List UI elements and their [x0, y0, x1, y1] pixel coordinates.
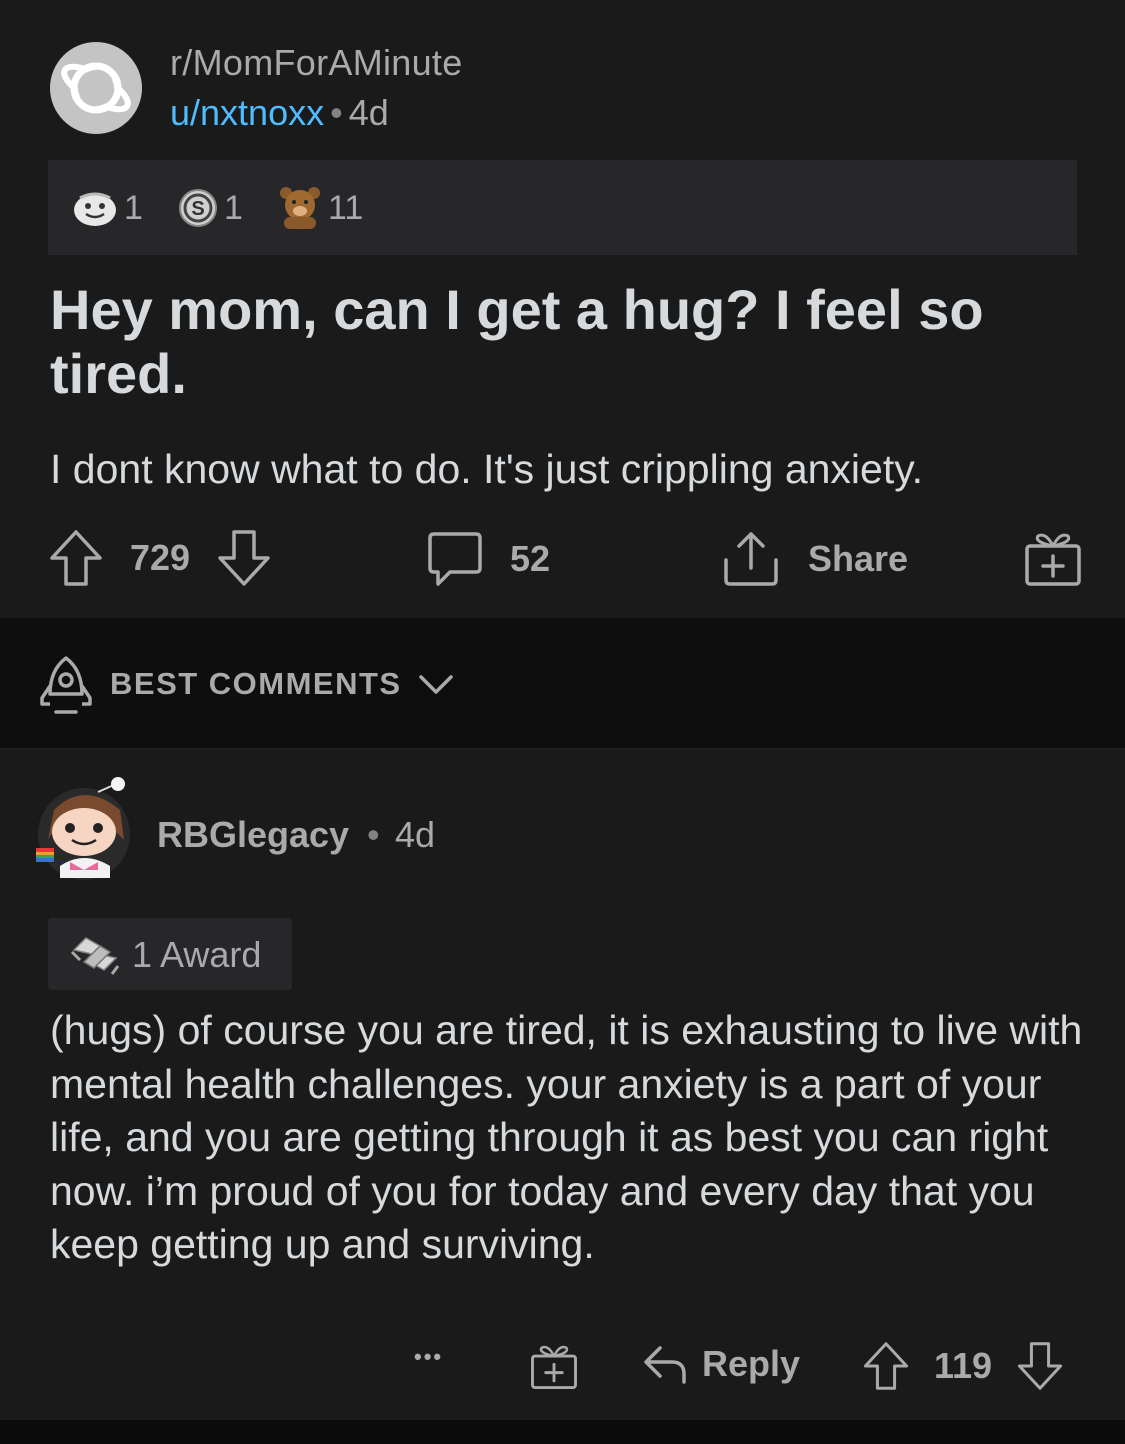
- comment-vote-group: 119: [862, 1340, 1064, 1392]
- comment-age: 4d: [395, 814, 436, 855]
- comment-vote-count: 119: [934, 1345, 993, 1386]
- avatar[interactable]: [36, 770, 132, 880]
- share-button[interactable]: Share: [722, 530, 908, 588]
- award-count: 11: [328, 188, 364, 227]
- give-award-button[interactable]: [1024, 528, 1082, 588]
- bear-hug-award-icon: [280, 187, 320, 229]
- handshake-award-icon: [70, 937, 120, 975]
- more-options-button[interactable]: •••: [414, 1344, 443, 1370]
- more-icon: •••: [414, 1344, 444, 1369]
- comment-body: (hugs) of course you are tired, it is ex…: [50, 1007, 1083, 1267]
- subreddit-avatar[interactable]: [50, 42, 142, 134]
- upvote-icon[interactable]: [48, 528, 104, 588]
- reply-button[interactable]: Reply: [642, 1342, 800, 1386]
- chevron-down-icon[interactable]: [418, 674, 454, 696]
- meta-separator: •: [330, 92, 343, 133]
- planet-icon: [61, 62, 131, 114]
- post-meta: u/nxtnoxx • 4d: [170, 92, 389, 134]
- comment-give-award-button[interactable]: [530, 1340, 578, 1392]
- subreddit-name[interactable]: r/MomForAMinute: [170, 42, 463, 84]
- downvote-icon[interactable]: [1016, 1340, 1064, 1392]
- comment-icon: [428, 532, 482, 586]
- reply-icon: [644, 1346, 686, 1384]
- share-icon: [724, 532, 778, 586]
- comments-button[interactable]: 52: [426, 530, 550, 588]
- bottom-edge: [0, 1420, 1125, 1444]
- post-title[interactable]: Hey mom, can I get a hug? I feel so tire…: [50, 278, 1080, 406]
- award-wholesome[interactable]: 1: [72, 185, 143, 231]
- gift-icon: [531, 1345, 577, 1389]
- post-body: I dont know what to do. It's just crippl…: [50, 446, 924, 492]
- reply-label: Reply: [702, 1343, 801, 1384]
- award-count: 1: [224, 188, 243, 227]
- vote-group: 729: [48, 528, 272, 588]
- comment-author[interactable]: RBGlegacy: [157, 814, 349, 856]
- sort-label[interactable]: BEST COMMENTS: [110, 666, 402, 702]
- meta-separator: •: [367, 814, 380, 855]
- comment-award-label: 1 Award: [132, 934, 262, 975]
- silver-coin-award-icon: S: [179, 189, 217, 227]
- award-count: 1: [124, 188, 143, 227]
- downvote-icon[interactable]: [216, 528, 272, 588]
- wholesome-award-icon: [74, 192, 116, 226]
- post-vote-count: 729: [130, 537, 191, 578]
- rocket-icon: [40, 656, 92, 714]
- upvote-icon[interactable]: [862, 1340, 910, 1392]
- snoo-avatar-icon: [36, 777, 130, 880]
- award-bear-hug[interactable]: 11: [278, 185, 363, 231]
- post-author[interactable]: u/nxtnoxx: [170, 92, 324, 133]
- svg-text:S: S: [191, 198, 204, 220]
- gift-icon: [1025, 533, 1081, 586]
- award-silver[interactable]: S 1: [178, 185, 243, 231]
- post-age: 4d: [348, 92, 389, 133]
- share-label: Share: [808, 538, 909, 579]
- post-comment-count: 52: [510, 538, 551, 579]
